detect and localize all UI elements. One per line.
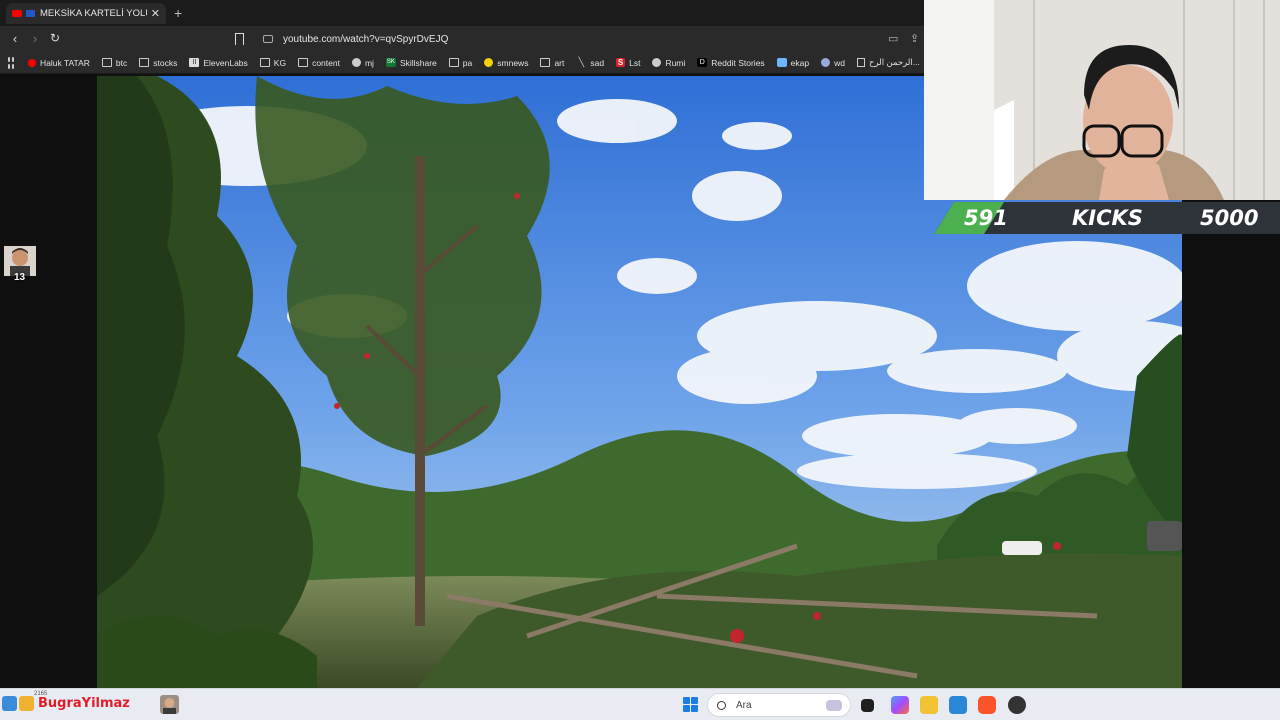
youtube-favicon-icon bbox=[12, 10, 22, 17]
slash-icon: ╲ bbox=[578, 57, 585, 67]
bookmark-item[interactable]: art bbox=[540, 58, 564, 68]
bookmark-label: sad bbox=[590, 57, 605, 68]
tab-title: MEKSİKA KARTELİ YOLUMUZU bbox=[40, 8, 147, 19]
bookmark-item[interactable]: smnews bbox=[484, 58, 528, 68]
app-tray-icon[interactable] bbox=[2, 696, 17, 711]
bookmark-item[interactable]: pa bbox=[448, 57, 473, 68]
overlay-avatar: 13 bbox=[4, 246, 36, 283]
bookmark-item[interactable]: S Lst bbox=[616, 58, 640, 68]
bookmark-item[interactable]: stocks bbox=[139, 58, 177, 68]
page-left-background bbox=[0, 74, 97, 688]
search-placeholder: Ara bbox=[736, 699, 752, 711]
brave-browser-icon[interactable] bbox=[978, 696, 996, 714]
address-bar[interactable]: youtube.com/watch?v=qvSpyrDvEJQ bbox=[258, 30, 918, 48]
bookmark-item[interactable]: ekap bbox=[776, 57, 810, 68]
folder-icon bbox=[139, 58, 150, 67]
back-icon[interactable]: ‹ bbox=[7, 31, 23, 46]
bookmark-label: pa bbox=[462, 57, 473, 68]
bookmark-label: Skillshare bbox=[399, 57, 437, 68]
d-icon: D bbox=[697, 58, 708, 67]
bookmark-label: الرحمن الرح... bbox=[868, 57, 920, 67]
bookmark-item[interactable]: btc bbox=[101, 57, 128, 68]
copilot-icon[interactable] bbox=[891, 696, 909, 714]
youtube-icon bbox=[28, 58, 36, 67]
windows-start-icon[interactable] bbox=[683, 697, 698, 712]
bookmark-item[interactable]: Haluk TATAR bbox=[28, 58, 90, 68]
s-icon: S bbox=[616, 58, 626, 67]
close-tab-icon[interactable]: ✕ bbox=[151, 7, 160, 20]
bookmark-item[interactable]: SK Skillshare bbox=[385, 57, 437, 68]
webcam-overlay bbox=[924, 0, 1280, 200]
elevenlabs-icon: II bbox=[189, 58, 200, 67]
chat-app-icon[interactable] bbox=[19, 696, 34, 711]
apps-grid-icon[interactable] bbox=[8, 56, 14, 69]
mini-number: 2165 bbox=[34, 691, 48, 697]
task-view-icon[interactable] bbox=[861, 699, 874, 712]
bookmark-item[interactable]: Rumi bbox=[652, 58, 685, 68]
forward-icon[interactable]: › bbox=[27, 31, 43, 46]
bookmark-label: content bbox=[312, 57, 340, 68]
counter-current: 591 bbox=[964, 206, 1008, 230]
wd-icon bbox=[821, 58, 831, 67]
snipping-tool-icon[interactable] bbox=[949, 696, 967, 714]
counter-label: KICKS bbox=[1072, 206, 1143, 230]
bookmark-page-icon[interactable] bbox=[235, 33, 244, 45]
globe-icon bbox=[652, 58, 662, 67]
bookmark-label: art bbox=[554, 57, 565, 68]
bookmark-item[interactable]: ╲ sad bbox=[576, 58, 604, 68]
bookmark-label: btc bbox=[115, 57, 128, 68]
bookmark-item[interactable]: II ElevenLabs bbox=[189, 57, 248, 68]
bookmark-label: Reddit Stories bbox=[711, 57, 765, 68]
site-info-icon[interactable] bbox=[263, 35, 273, 43]
bookmark-label: Haluk TATAR bbox=[40, 57, 90, 68]
bookmark-label: smnews bbox=[497, 57, 529, 68]
overlay-badge-number: 13 bbox=[14, 272, 26, 283]
taskbar: BugraYilmaz 2165 Ara bbox=[0, 688, 1280, 720]
bookmark-item[interactable]: D Reddit Stories bbox=[697, 57, 765, 68]
file-explorer-icon[interactable] bbox=[920, 696, 938, 714]
avatar-thumbnail-icon[interactable] bbox=[160, 695, 179, 714]
folder-icon bbox=[298, 58, 309, 67]
obs-icon[interactable] bbox=[1008, 696, 1026, 714]
bookmark-item[interactable]: KG bbox=[259, 57, 287, 68]
bird-icon bbox=[776, 58, 787, 67]
folder-icon bbox=[540, 58, 551, 67]
bookmark-item[interactable]: الرحمن الرح... bbox=[856, 57, 920, 68]
page-icon bbox=[856, 58, 865, 67]
streamer-username: BugraYilmaz bbox=[38, 696, 130, 711]
folder-icon bbox=[101, 58, 112, 67]
bookmark-label: wd bbox=[834, 57, 845, 68]
tab-bar: MEKSİKA KARTELİ YOLUMUZU ✕ + bbox=[0, 0, 924, 26]
bookmark-item[interactable]: mj bbox=[351, 57, 374, 68]
new-tab-icon[interactable]: + bbox=[174, 5, 182, 21]
skillshare-icon: SK bbox=[385, 58, 396, 67]
search-icon bbox=[717, 700, 726, 710]
share-icon[interactable]: ⇪ bbox=[910, 32, 919, 45]
folder-icon bbox=[448, 58, 459, 67]
browser-toolbar: ‹ › ↻ youtube.com/watch?v=qvSpyrDvEJQ ▭ … bbox=[0, 26, 924, 52]
cast-icon[interactable]: ▭ bbox=[888, 32, 898, 45]
counter-goal: 5000 bbox=[1200, 206, 1259, 230]
page-right-background bbox=[1182, 200, 1280, 688]
taskbar-search[interactable]: Ara bbox=[707, 693, 851, 717]
bookmark-label: Rumi bbox=[665, 57, 686, 68]
smiley-icon bbox=[484, 58, 494, 67]
bookmark-label: ekap bbox=[790, 57, 810, 68]
bookmark-label: ElevenLabs bbox=[203, 57, 248, 68]
kick-counter: 591 KICKS 5000 bbox=[934, 201, 1280, 235]
bookmark-label: stocks bbox=[153, 57, 178, 68]
bookmarks-bar: Haluk TATAR btc stocks II ElevenLabs KG conten… bbox=[0, 52, 924, 74]
flag-icon bbox=[26, 10, 35, 17]
bookmark-label: Lst bbox=[629, 57, 641, 68]
url-text: youtube.com/watch?v=qvSpyrDvEJQ bbox=[283, 33, 449, 45]
bookmark-item[interactable]: wd bbox=[821, 58, 845, 68]
bookmark-item[interactable]: content bbox=[298, 58, 340, 68]
bunny-icon bbox=[826, 700, 842, 711]
bookmark-label: mj bbox=[364, 57, 374, 68]
github-icon bbox=[351, 58, 361, 67]
bookmark-label: KG bbox=[273, 57, 287, 68]
reload-icon[interactable]: ↻ bbox=[47, 31, 63, 45]
folder-icon bbox=[259, 58, 270, 67]
browser-tab[interactable]: MEKSİKA KARTELİ YOLUMUZU ✕ bbox=[6, 3, 166, 24]
